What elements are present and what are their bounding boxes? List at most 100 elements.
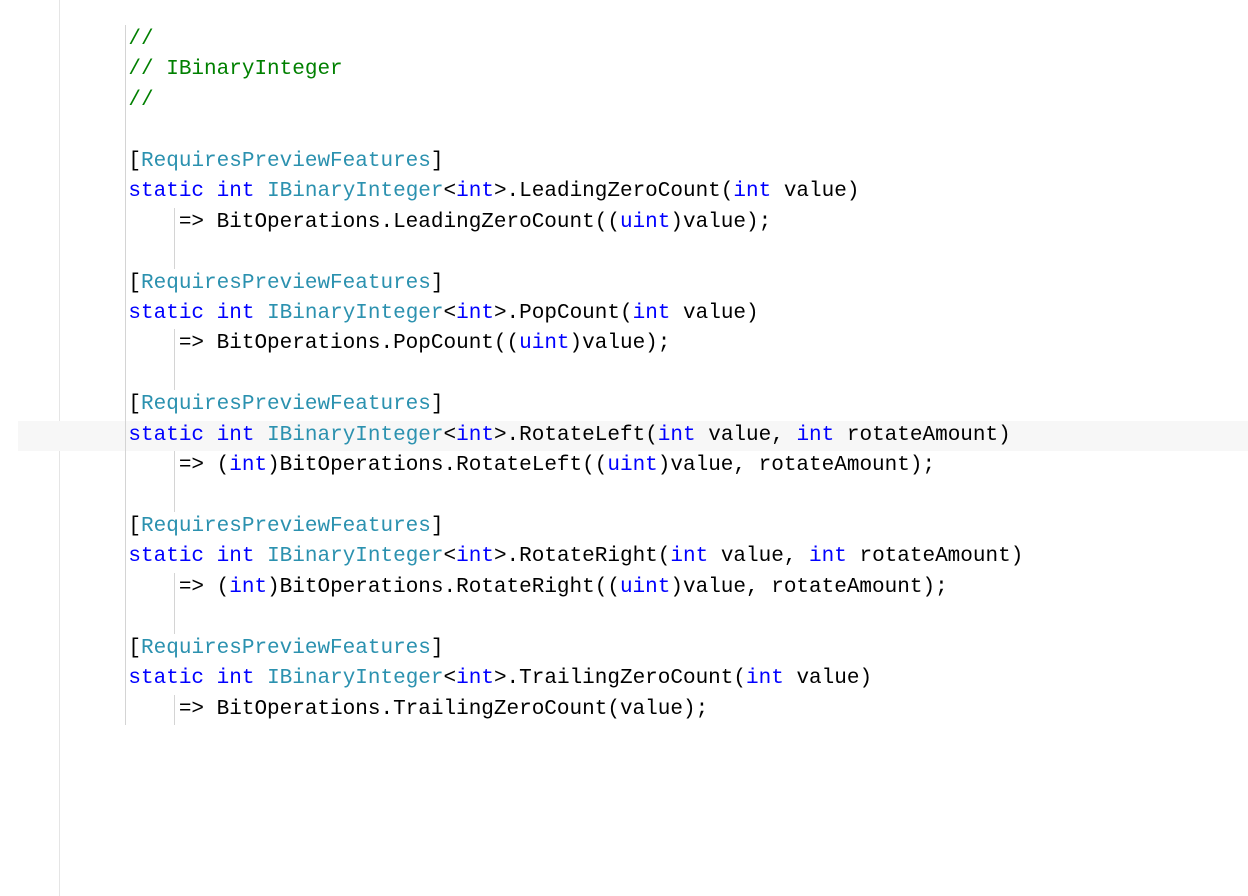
- method-name: LeadingZeroCount: [393, 211, 595, 234]
- keyword: uint: [620, 576, 670, 599]
- code-line: [RequiresPreviewFeatures]: [18, 512, 1248, 542]
- keyword: int: [658, 424, 696, 447]
- code-line: //: [18, 86, 1248, 116]
- keyword: int: [733, 180, 771, 203]
- code-line-highlighted: static int IBinaryInteger<int>.RotateLef…: [18, 421, 1248, 451]
- code-line: //: [18, 25, 1248, 55]
- method-name: PopCount: [393, 332, 494, 355]
- bracket: ]: [431, 393, 444, 416]
- arrow: =>: [179, 454, 217, 477]
- code-line: => (int)BitOperations.RotateRight((uint)…: [18, 573, 1248, 603]
- code-line: => BitOperations.LeadingZeroCount((uint)…: [18, 208, 1248, 238]
- bracket: ]: [431, 150, 444, 173]
- arrow: =>: [179, 332, 217, 355]
- keyword: int: [217, 545, 255, 568]
- comment: //: [128, 89, 153, 112]
- code-line: // IBinaryInteger: [18, 55, 1248, 85]
- param: value: [582, 332, 645, 355]
- comment: //: [128, 28, 153, 51]
- blank-line: [18, 360, 1248, 390]
- type: BitOperations: [280, 576, 444, 599]
- type: BitOperations: [217, 332, 381, 355]
- param: value: [721, 545, 784, 568]
- code-line: => BitOperations.PopCount((uint)value);: [18, 329, 1248, 359]
- param: value: [683, 211, 746, 234]
- param: value: [670, 454, 733, 477]
- bracket: [: [128, 150, 141, 173]
- code-line: [RequiresPreviewFeatures]: [18, 390, 1248, 420]
- param: value: [784, 180, 847, 203]
- keyword: int: [217, 424, 255, 447]
- type: BitOperations: [217, 698, 381, 721]
- param: value: [796, 667, 859, 690]
- param: rotateAmount: [759, 454, 910, 477]
- code-line: static int IBinaryInteger<int>.LeadingZe…: [18, 177, 1248, 207]
- keyword: int: [456, 180, 494, 203]
- method-name: RotateLeft: [456, 454, 582, 477]
- bracket: [: [128, 272, 141, 295]
- comment: // IBinaryInteger: [128, 58, 342, 81]
- blank-line: [18, 603, 1248, 633]
- param: value: [683, 576, 746, 599]
- code-line: => BitOperations.TrailingZeroCount(value…: [18, 695, 1248, 725]
- code-line: static int IBinaryInteger<int>.PopCount(…: [18, 299, 1248, 329]
- param: rotateAmount: [847, 424, 998, 447]
- keyword: static: [128, 180, 204, 203]
- type: BitOperations: [217, 211, 381, 234]
- type: IBinaryInteger: [267, 545, 443, 568]
- keyword: static: [128, 667, 204, 690]
- method-name: RotateRight: [456, 576, 595, 599]
- method-name: PopCount: [519, 302, 620, 325]
- type: IBinaryInteger: [267, 180, 443, 203]
- param: value: [620, 698, 683, 721]
- method-name: RotateRight: [519, 545, 658, 568]
- type: IBinaryInteger: [267, 424, 443, 447]
- type: IBinaryInteger: [267, 302, 443, 325]
- param: value: [683, 302, 746, 325]
- keyword: static: [128, 302, 204, 325]
- keyword: int: [217, 302, 255, 325]
- method-name: RotateLeft: [519, 424, 645, 447]
- code-line: => (int)BitOperations.RotateLeft((uint)v…: [18, 451, 1248, 481]
- keyword: int: [809, 545, 847, 568]
- code-line: static int IBinaryInteger<int>.TrailingZ…: [18, 664, 1248, 694]
- code-editor[interactable]: // // IBinaryInteger // [RequiresPreview…: [0, 0, 1248, 725]
- keyword: uint: [620, 211, 670, 234]
- keyword: int: [456, 424, 494, 447]
- keyword: int: [456, 667, 494, 690]
- method-name: TrailingZeroCount: [519, 667, 733, 690]
- code-line: [RequiresPreviewFeatures]: [18, 147, 1248, 177]
- keyword: uint: [519, 332, 569, 355]
- blank-line: [18, 482, 1248, 512]
- attribute: RequiresPreviewFeatures: [141, 637, 431, 660]
- keyword: int: [670, 545, 708, 568]
- keyword: int: [229, 576, 267, 599]
- keyword: int: [229, 454, 267, 477]
- attribute: RequiresPreviewFeatures: [141, 515, 431, 538]
- method-name: LeadingZeroCount: [519, 180, 721, 203]
- keyword: static: [128, 545, 204, 568]
- bracket: [: [128, 393, 141, 416]
- keyword: int: [456, 545, 494, 568]
- blank-line: [18, 238, 1248, 268]
- code-line: [RequiresPreviewFeatures]: [18, 634, 1248, 664]
- keyword: int: [217, 180, 255, 203]
- bracket: ]: [431, 272, 444, 295]
- keyword: int: [456, 302, 494, 325]
- bracket: [: [128, 637, 141, 660]
- keyword: int: [796, 424, 834, 447]
- keyword: int: [746, 667, 784, 690]
- bracket: ]: [431, 637, 444, 660]
- bracket: [: [128, 515, 141, 538]
- attribute: RequiresPreviewFeatures: [141, 272, 431, 295]
- arrow: =>: [179, 698, 217, 721]
- arrow: =>: [179, 576, 217, 599]
- type: BitOperations: [280, 454, 444, 477]
- code-line: [RequiresPreviewFeatures]: [18, 269, 1248, 299]
- code-line: static int IBinaryInteger<int>.RotateRig…: [18, 542, 1248, 572]
- param: rotateAmount: [771, 576, 922, 599]
- keyword: uint: [607, 454, 657, 477]
- attribute: RequiresPreviewFeatures: [141, 150, 431, 173]
- keyword: static: [128, 424, 204, 447]
- param: rotateAmount: [859, 545, 1010, 568]
